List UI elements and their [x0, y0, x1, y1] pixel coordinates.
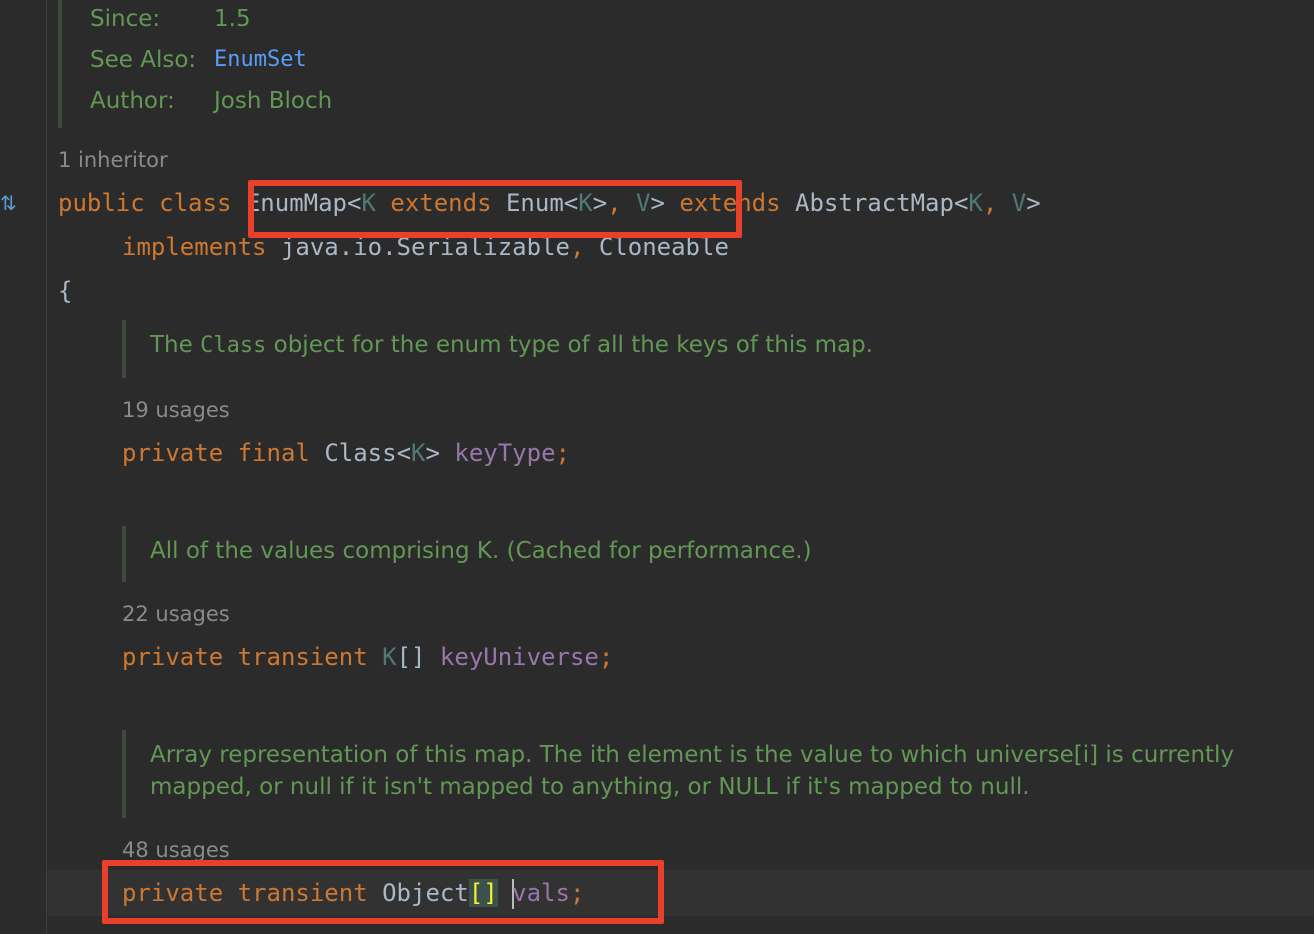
annotation-box-vals-field [102, 860, 664, 924]
angle-close: > [1026, 189, 1041, 217]
semicolon: ; [598, 643, 614, 671]
doc-text: The [150, 332, 201, 358]
field-doc-vals-line2: mapped, or null if it isn't mapped to an… [150, 774, 1030, 800]
super-type[interactable]: AbstractMap [795, 189, 954, 217]
see-also-label: See Also: [90, 47, 197, 73]
implementation-marker-icon[interactable]: ⇅ [0, 190, 17, 216]
type-param-k: K [411, 439, 426, 467]
author-value: Josh Bloch [214, 88, 333, 114]
field-doc-keyuniverse: All of the values comprising K. (Cached … [150, 538, 812, 564]
see-also-link[interactable]: EnumSet [214, 46, 307, 74]
kw-public: public [58, 189, 145, 217]
field-doc-bar [122, 320, 126, 378]
field-doc-bar [122, 526, 126, 582]
field-name-keyuniverse[interactable]: keyUniverse [440, 643, 599, 671]
angle-open: < [953, 189, 969, 217]
doc-text: object for the enum type of all the keys… [266, 332, 873, 358]
field-keytype: private final Class<K> keyType; [122, 436, 570, 470]
usages-hint[interactable]: 22 usages [122, 600, 230, 628]
kw-private: private [122, 439, 224, 467]
inheritor-hint[interactable]: 1 inheritor [58, 146, 168, 174]
angle-close: > [425, 439, 440, 467]
angle-open: < [396, 439, 412, 467]
kw-class: class [159, 189, 232, 217]
doc-code: Class [200, 333, 267, 358]
array-brackets: [] [396, 643, 426, 671]
kw-private: private [122, 643, 224, 671]
field-doc-keytype: The Class object for the enum type of al… [150, 329, 873, 362]
field-type[interactable]: Class [324, 439, 396, 467]
author-label: Author: [90, 88, 175, 114]
open-brace: { [58, 277, 73, 305]
semicolon: ; [555, 439, 570, 467]
type-param-k: K [382, 643, 397, 671]
editor-gutter: ⇅ [0, 0, 47, 934]
kw-transient: transient [237, 643, 368, 671]
field-doc-vals-line1: Array representation of this map. The it… [150, 742, 1235, 768]
since-label: Since: [90, 6, 161, 32]
type-param-v: V [1011, 189, 1027, 217]
annotation-box-class-type-params [248, 180, 742, 238]
kw-implements: implements [122, 233, 267, 261]
javadoc-bar [58, 0, 62, 128]
comma: , [982, 189, 998, 217]
field-keyuniverse: private transient K[] keyUniverse; [122, 640, 613, 674]
type-param-k: K [968, 189, 983, 217]
since-value: 1.5 [214, 6, 251, 32]
kw-final: final [237, 439, 310, 467]
field-doc-bar [122, 730, 126, 818]
usages-hint[interactable]: 19 usages [122, 396, 230, 424]
field-name-keytype[interactable]: keyType [454, 439, 555, 467]
